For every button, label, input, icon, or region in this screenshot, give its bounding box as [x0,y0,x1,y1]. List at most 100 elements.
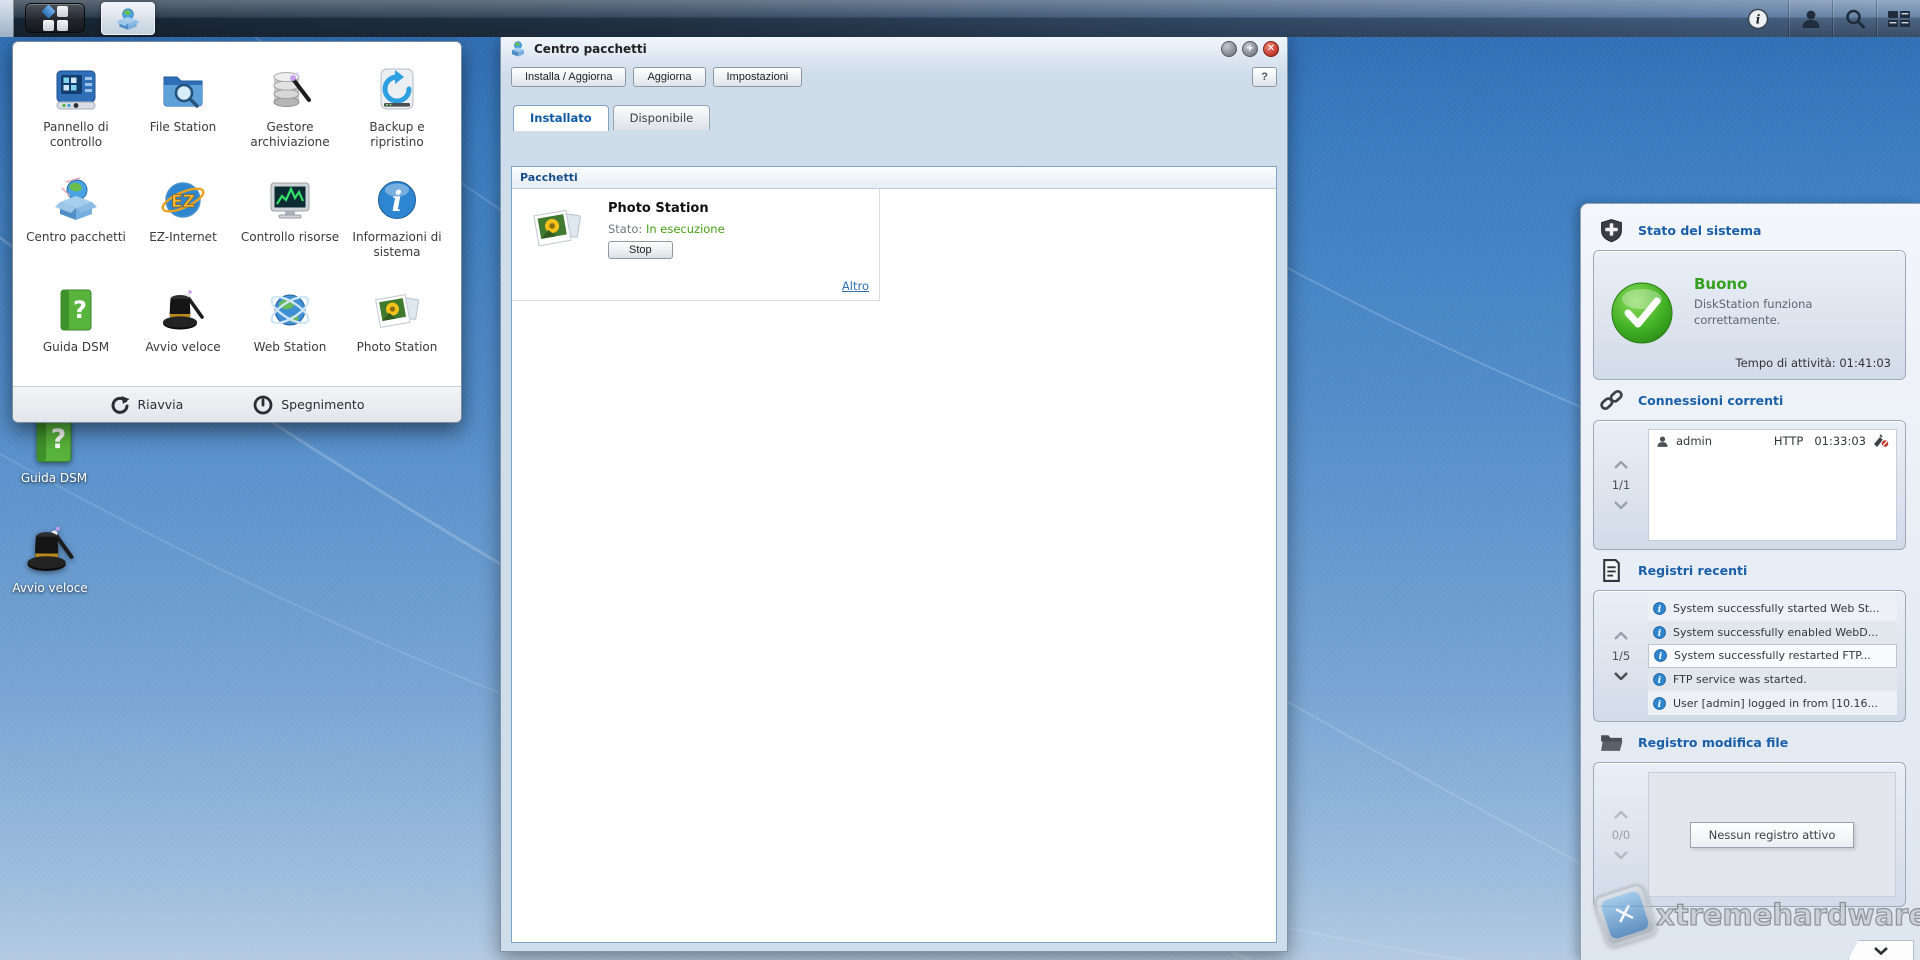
file-log-empty-area: Nessun registro attivo [1648,772,1896,897]
package-card-photo-station[interactable]: Photo Station Stato: In esecuzione Stop … [512,189,880,301]
no-active-log-message[interactable]: Nessun registro attivo [1690,822,1855,848]
connection-protocol: HTTP [1774,434,1803,448]
log-row[interactable]: i FTP service was started. [1648,668,1897,692]
window-title-bar[interactable]: Centro pacchetti + ✕ [501,35,1287,62]
svg-text:?: ? [73,296,87,324]
app-backup-restore[interactable]: Backup e ripristino [344,58,450,168]
app-photo-station[interactable]: Photo Station [344,278,450,388]
main-menu-button[interactable] [25,3,85,33]
help-button[interactable]: ? [1252,67,1277,87]
app-label: Backup e ripristino [344,120,450,150]
page-down-icon[interactable] [1614,672,1628,680]
app-label: Guida DSM [43,340,109,355]
log-row[interactable]: i System successfully started Web St... [1648,597,1897,621]
section-title: Connessioni correnti [1638,393,1783,408]
shutdown-label: Spegnimento [281,397,364,412]
refresh-button[interactable]: Aggiorna [633,67,705,87]
app-resource-monitor[interactable]: Controllo risorse [237,168,343,278]
file-station-icon [159,66,207,114]
user-menu-button[interactable] [1788,0,1832,37]
svg-text:i: i [1658,629,1662,639]
top-bar: i [0,0,1920,37]
ez-internet-icon: EZ [159,176,207,224]
restart-icon [110,395,130,415]
top-bar-button-group [1788,0,1920,37]
app-dsm-help[interactable]: ? Guida DSM [23,278,129,388]
page-up-icon[interactable] [1614,461,1628,469]
main-menu-icon [43,6,68,31]
quick-start-icon [159,286,207,334]
restart-button[interactable]: Riavvia [110,395,184,415]
status-value: Buono [1694,275,1747,293]
section-title: Stato del sistema [1638,223,1761,238]
settings-button[interactable]: Impostazioni [713,67,803,87]
app-label: Informazioni di sistema [344,230,450,260]
file-change-log-card: 0/0 Nessun registro attivo [1593,762,1906,907]
info-button[interactable]: i [1736,0,1780,37]
connection-row[interactable]: admin HTTP 01:33:03 [1649,430,1896,452]
restart-label: Riavvia [138,397,184,412]
panel-collapse-tab[interactable] [1848,940,1914,960]
minimize-button[interactable] [1221,41,1237,57]
log-text: System successfully started Web St... [1673,602,1880,615]
backup-restore-icon [373,66,421,114]
app-package-center[interactable]: Centro pacchetti [23,168,129,278]
desktop-icon-quick-start[interactable]: Avvio veloce [4,522,96,595]
maximize-button[interactable]: + [1242,41,1258,57]
file-log-pager: 0/0 [1594,763,1648,906]
connections-pager: 1/1 [1594,421,1648,549]
section-title: Registro modifica file [1638,735,1788,750]
app-label: Photo Station [357,340,438,355]
status-value: In esecuzione [646,222,725,236]
app-web-station[interactable]: Web Station [237,278,343,388]
search-button[interactable] [1832,0,1876,37]
photo-station-icon [526,201,588,253]
tab-available[interactable]: Disponibile [613,105,711,130]
more-link[interactable]: Altro [842,279,869,293]
svg-text:i: i [1658,699,1662,709]
close-button[interactable]: ✕ [1263,41,1279,57]
uptime-text: Tempo di attività: 01:41:03 [1736,356,1892,370]
shutdown-button[interactable]: Spegnimento [253,395,364,415]
tab-installed[interactable]: Installato [513,105,609,131]
log-row[interactable]: i System successfully enabled WebD... [1648,621,1897,645]
recent-logs-card: 1/5 i System successfully started Web St… [1593,590,1906,722]
app-file-station[interactable]: File Station [130,58,236,168]
photo-station-icon [373,286,421,334]
logs-pager: 1/5 [1594,591,1648,721]
top-bar-left-tab[interactable] [0,0,14,37]
page-down-icon[interactable] [1614,501,1628,509]
app-ez-internet[interactable]: EZ EZ-Internet [130,168,236,278]
disconnect-icon[interactable] [1873,434,1889,448]
log-list: i System successfully started Web St... … [1648,597,1897,715]
log-row[interactable]: i User [admin] logged in from [10.16... [1648,691,1897,715]
shield-icon [1599,218,1624,243]
system-status-header: Stato del sistema [1593,210,1906,250]
svg-text:?: ? [51,424,67,455]
log-row[interactable]: i System successfully restarted FTP... [1648,644,1897,668]
user-icon [1656,435,1669,448]
stop-button[interactable]: Stop [608,241,673,259]
app-system-info[interactable]: i Informazioni di sistema [344,168,450,278]
pager-count: 1/5 [1612,649,1631,663]
package-center-icon [52,176,100,224]
page-up-icon [1614,811,1628,819]
app-quick-start[interactable]: Avvio veloce [130,278,236,388]
info-icon: i [1653,626,1666,639]
app-label: Controllo risorse [241,230,339,245]
app-label: File Station [150,120,217,135]
shutdown-icon [253,395,273,415]
taskbar-package-center-button[interactable] [101,2,155,35]
svg-text:i: i [1658,676,1662,686]
page-up-icon[interactable] [1614,632,1628,640]
app-storage-manager[interactable]: Gestore archiviazione [237,58,343,168]
window-toolbar: Installa / Aggiorna Aggiorna Impostazion… [501,62,1287,93]
pilot-view-button[interactable] [1876,0,1920,37]
user-icon [1800,8,1822,30]
app-control-panel[interactable]: Pannello di controllo [23,58,129,168]
log-text: User [admin] logged in from [10.16... [1673,697,1878,710]
install-update-button[interactable]: Installa / Aggiorna [511,67,626,87]
packages-section-header: Pacchetti [512,167,1276,189]
info-icon: i [1653,697,1666,710]
connections-card: 1/1 admin HTTP 01:33:03 [1593,420,1906,550]
